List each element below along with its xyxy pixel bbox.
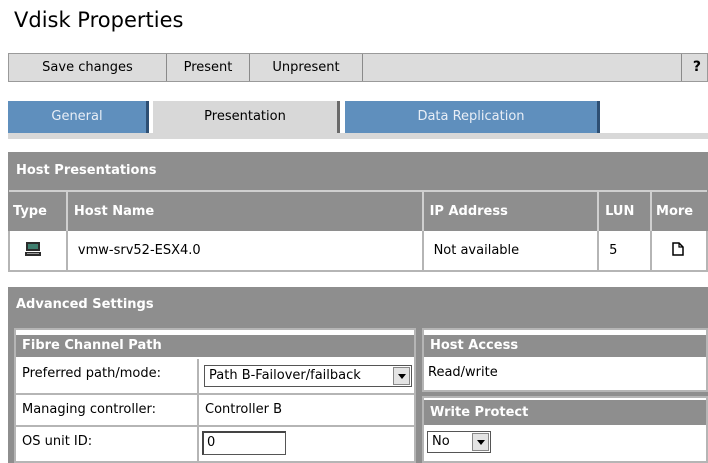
fibre-channel-path-title: Fibre Channel Path [16, 335, 414, 357]
column-divider [197, 359, 199, 463]
managing-controller-value: Controller B [199, 393, 414, 423]
unpresent-button[interactable]: Unpresent [250, 54, 363, 81]
managing-controller-label: Managing controller: [16, 393, 198, 423]
tab-general[interactable]: General [8, 101, 149, 133]
host-presentations-header: Host Presentations [8, 152, 708, 190]
save-changes-button[interactable]: Save changes [9, 54, 167, 81]
write-protect-value: No [432, 434, 450, 449]
host-presentations-table: Type Host Name IP Address LUN More vmw-s… [8, 190, 708, 272]
document-icon[interactable] [672, 241, 684, 256]
host-computer-icon [25, 241, 41, 256]
toolbar: Save changes Present Unpresent ? [8, 53, 708, 82]
lun-cell: 5 [598, 231, 653, 272]
tab-presentation[interactable]: Presentation [153, 101, 340, 133]
help-button[interactable]: ? [680, 54, 701, 81]
os-unit-id-input[interactable]: 0 [202, 431, 286, 455]
os-unit-id-label: OS unit ID: [16, 425, 198, 455]
column-header-host-name: Host Name [66, 190, 424, 231]
column-header-ip-address: IP Address [422, 190, 600, 231]
host-name-cell[interactable]: vmw-srv52-ESX4.0 [66, 231, 424, 272]
page-title: Vdisk Properties [14, 8, 184, 32]
write-protect-select[interactable]: No [427, 431, 491, 453]
host-access-value: Read/write [424, 359, 706, 387]
tab-underline [8, 133, 708, 139]
advanced-settings-panel: Fibre Channel Path Preferred path/mode: … [8, 322, 708, 463]
advanced-settings-header: Advanced Settings [8, 287, 708, 322]
column-header-type: Type [9, 190, 68, 231]
preferred-path-value: Path B-Failover/failback [209, 368, 361, 383]
preferred-path-label: Preferred path/mode: [16, 359, 198, 389]
chevron-down-icon[interactable] [393, 367, 410, 385]
write-protect-title: Write Protect [424, 400, 706, 425]
more-cell[interactable] [651, 231, 708, 272]
tab-bar: General Presentation Data Replication [8, 101, 708, 139]
column-header-lun: LUN [598, 190, 653, 231]
host-access-title: Host Access [424, 335, 706, 357]
chevron-down-icon[interactable] [472, 433, 489, 451]
tab-data-replication[interactable]: Data Replication [345, 101, 600, 133]
table-row: vmw-srv52-ESX4.0 Not available 5 [8, 231, 708, 272]
ip-address-cell: Not available [422, 231, 600, 272]
host-type-cell [8, 231, 68, 272]
preferred-path-select[interactable]: Path B-Failover/failback [204, 365, 412, 387]
present-button[interactable]: Present [167, 54, 250, 81]
column-header-more: More [651, 190, 707, 231]
